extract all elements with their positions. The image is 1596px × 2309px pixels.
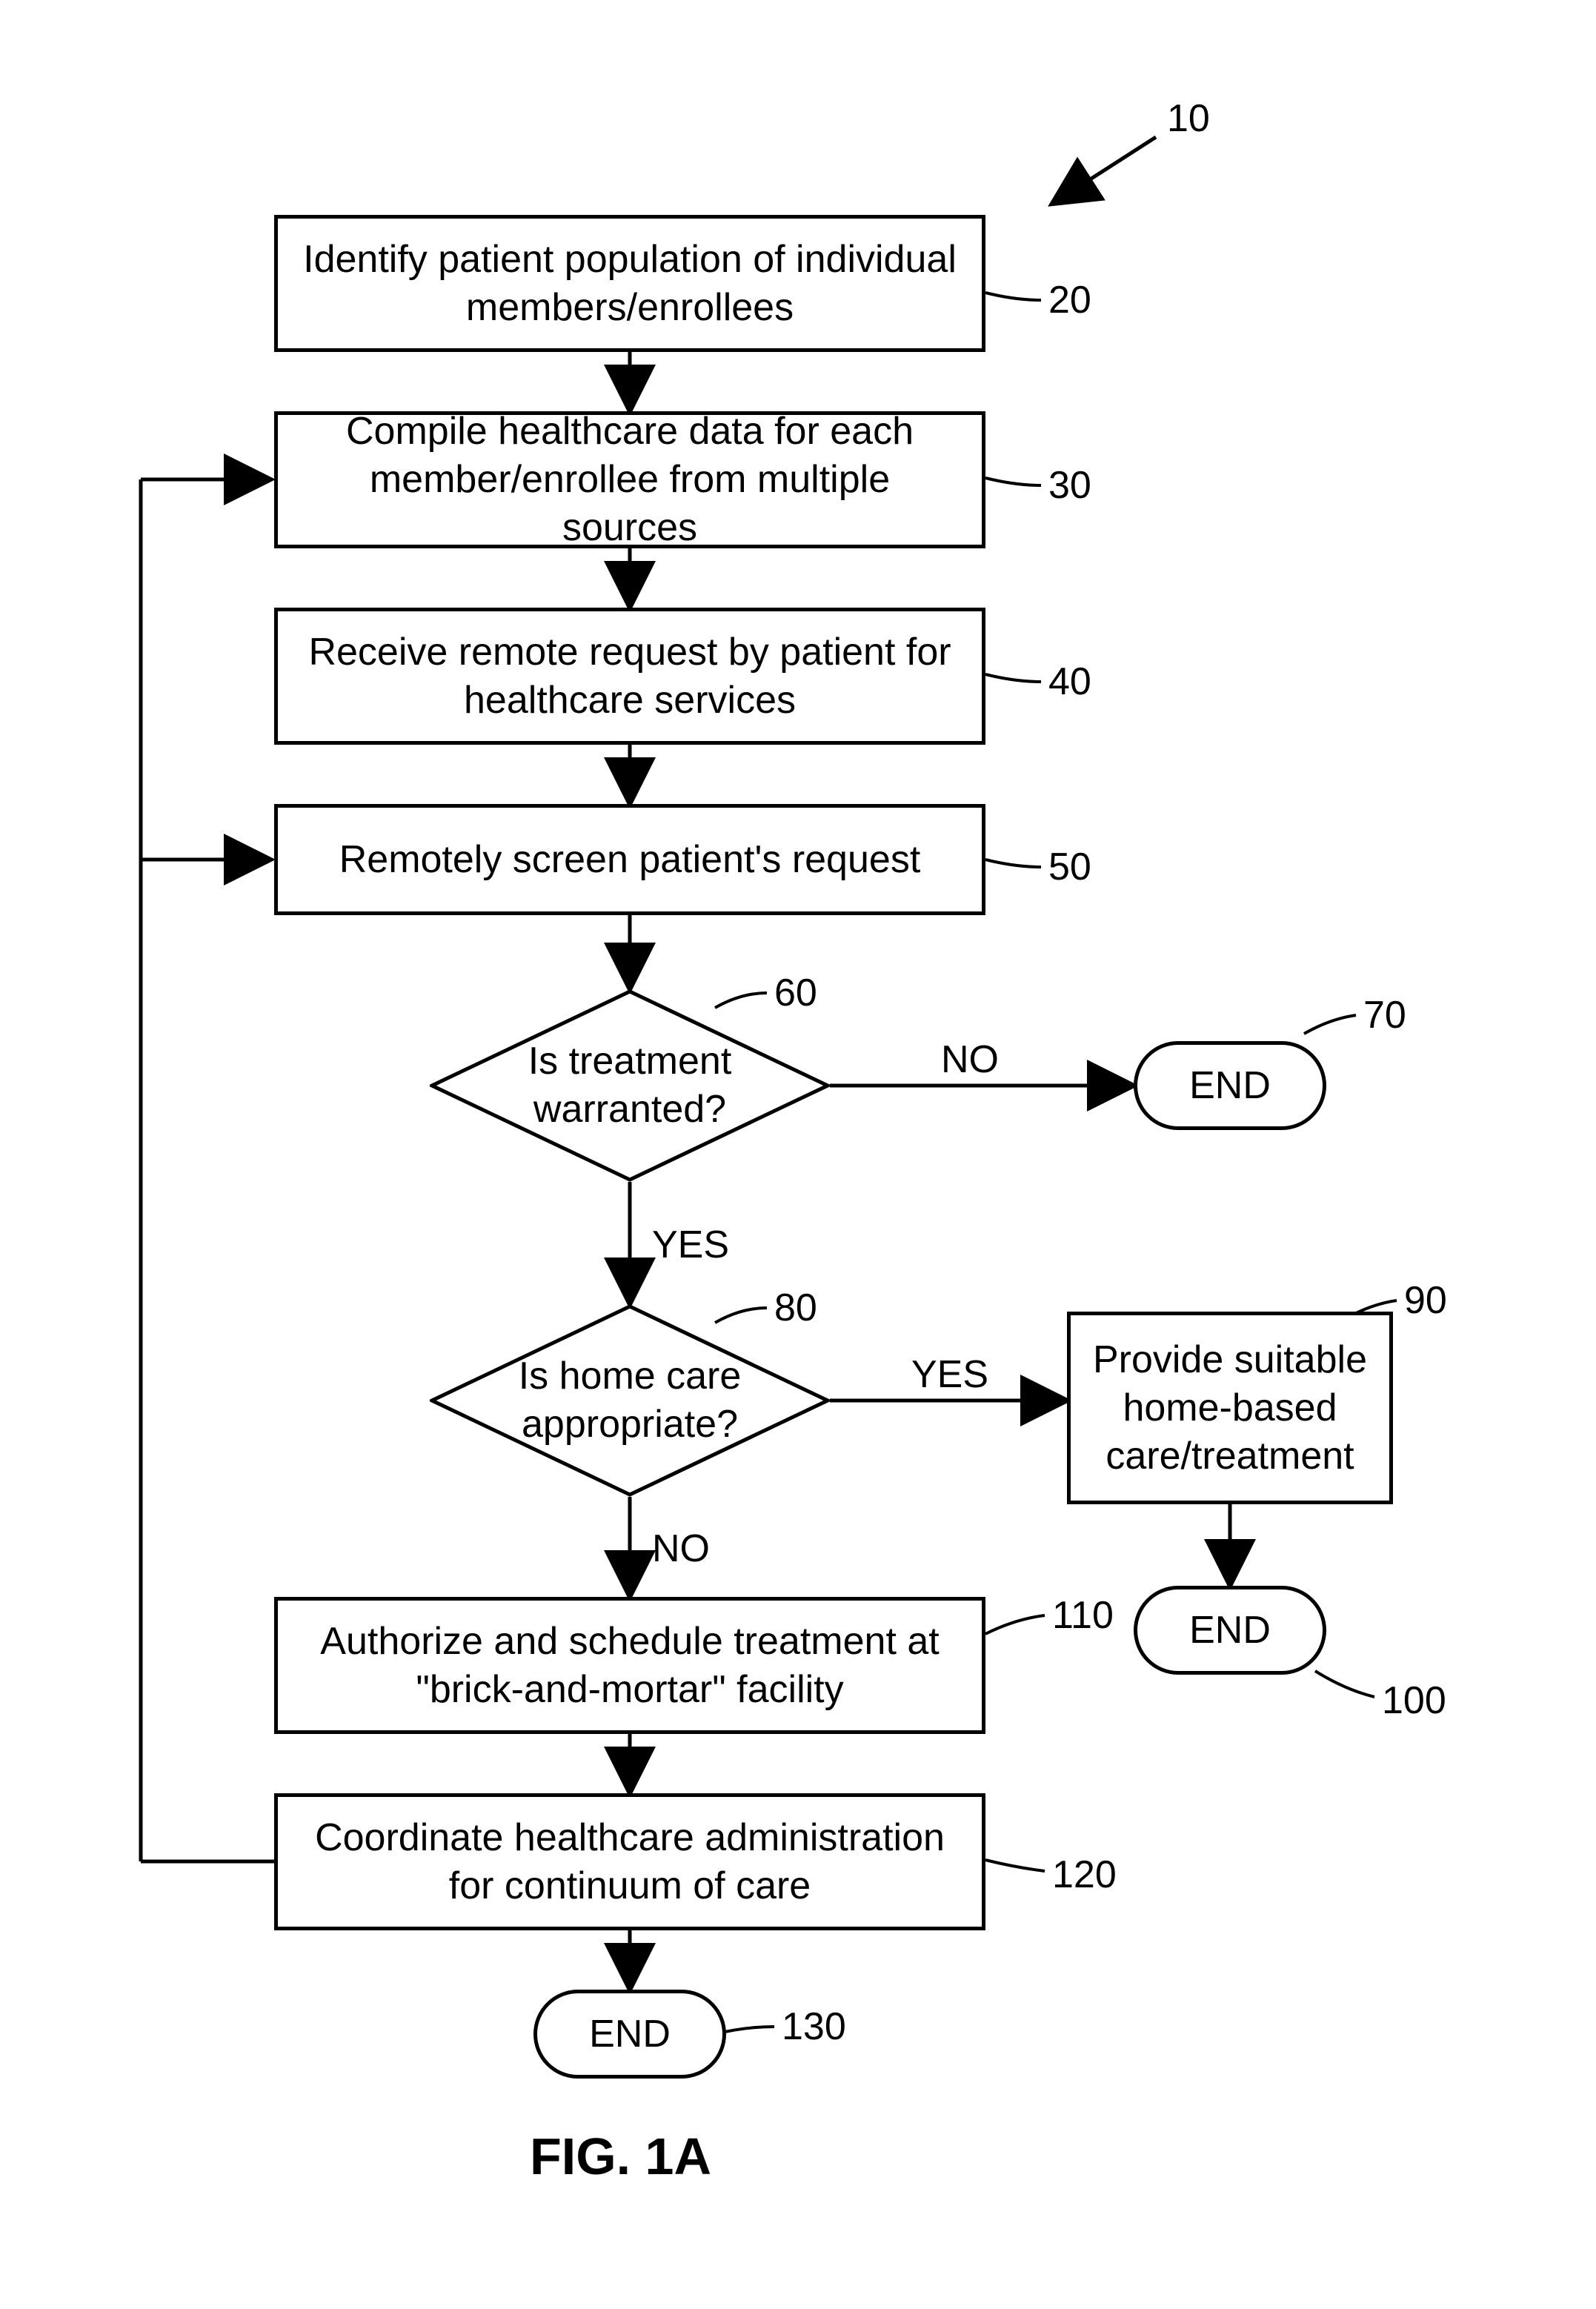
figure-caption: FIG. 1A	[530, 2127, 711, 2186]
process-text: Coordinate healthcare administration for…	[300, 1814, 960, 1910]
ref-40: 40	[1048, 660, 1091, 704]
process-home-care: Provide suitable home-based care/treatme…	[1067, 1312, 1393, 1504]
ref-70: 70	[1363, 993, 1406, 1037]
ref-30: 30	[1048, 463, 1091, 508]
ref-10: 10	[1167, 96, 1210, 141]
edge-label-yes-2: YES	[911, 1352, 988, 1397]
process-text: Identify patient population of individua…	[300, 236, 960, 332]
decision-text: Is treatment warranted?	[430, 989, 830, 1182]
decision-treatment-warranted: Is treatment warranted?	[430, 989, 830, 1182]
terminator-end-100: END	[1134, 1586, 1326, 1675]
process-compile-data: Compile healthcare data for each member/…	[274, 411, 985, 548]
ref-120: 120	[1052, 1853, 1117, 1897]
edge-label-no: NO	[941, 1037, 999, 1082]
process-authorize-schedule: Authorize and schedule treatment at "bri…	[274, 1597, 985, 1734]
edge-label-yes: YES	[652, 1223, 729, 1267]
process-text: Provide suitable home-based care/treatme…	[1093, 1336, 1367, 1481]
ref-100: 100	[1382, 1678, 1446, 1723]
process-receive-request: Receive remote request by patient for he…	[274, 608, 985, 745]
terminator-end-130: END	[533, 1990, 726, 2079]
process-screen-request: Remotely screen patient's request	[274, 804, 985, 915]
ref-110: 110	[1052, 1593, 1114, 1638]
decision-text: Is home care appropriate?	[430, 1304, 830, 1497]
terminator-text: END	[589, 2012, 671, 2056]
process-text: Authorize and schedule treatment at "bri…	[300, 1618, 960, 1714]
process-identify-population: Identify patient population of individua…	[274, 215, 985, 352]
terminator-text: END	[1189, 1608, 1271, 1652]
decision-home-care: Is home care appropriate?	[430, 1304, 830, 1497]
process-coordinate-admin: Coordinate healthcare administration for…	[274, 1793, 985, 1930]
ref-130: 130	[782, 2004, 846, 2049]
ref-50: 50	[1048, 845, 1091, 889]
ref-80: 80	[774, 1286, 817, 1330]
ref-90: 90	[1404, 1278, 1447, 1323]
process-text: Remotely screen patient's request	[339, 836, 921, 884]
ref-20: 20	[1048, 278, 1091, 322]
process-text: Compile healthcare data for each member/…	[300, 408, 960, 552]
ref-60: 60	[774, 971, 817, 1015]
process-text: Receive remote request by patient for he…	[300, 628, 960, 725]
terminator-end-70: END	[1134, 1041, 1326, 1130]
edge-label-no-2: NO	[652, 1526, 710, 1571]
terminator-text: END	[1189, 1063, 1271, 1108]
flowchart-canvas: 10 Identify patient population of indivi…	[0, 0, 1596, 2309]
